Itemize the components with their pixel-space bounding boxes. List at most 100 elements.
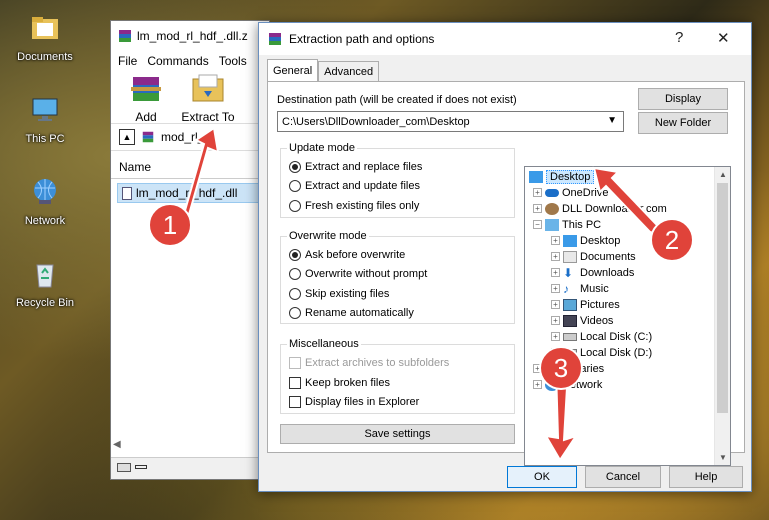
display-button[interactable]: Display [638,88,728,110]
chevron-down-icon[interactable]: ▼ [607,115,617,126]
check-keep-broken[interactable]: Keep broken files [289,377,390,389]
help-button[interactable]: Help [669,466,743,488]
horizontal-scrollbar[interactable]: ◀ [113,439,267,453]
tree-label: Music [580,282,609,295]
add-archive-icon [131,77,161,101]
tree-item-videos[interactable]: + Videos [551,313,613,328]
radio-button[interactable] [289,200,301,212]
winrar-toolbar: Add Extract To [111,71,269,124]
destination-label: Destination path (will be created if doe… [277,94,517,106]
expand-icon[interactable]: + [551,268,560,277]
scroll-thumb[interactable] [717,183,728,413]
tree-item-pc-desktop[interactable]: + Desktop [551,233,620,248]
collapse-icon[interactable]: − [533,220,542,229]
new-folder-button[interactable]: New Folder [638,112,728,134]
tree-label: This PC [562,218,602,231]
expand-icon[interactable]: + [551,236,560,245]
expand-icon[interactable]: + [551,316,560,325]
close-icon[interactable]: ✕ [717,29,730,47]
expand-icon[interactable]: + [533,364,542,373]
tree-item-this-pc[interactable]: − This PC [533,217,601,232]
up-folder-icon[interactable]: ▲ [119,129,135,145]
radio-button[interactable] [289,288,301,300]
tree-item-libraries[interactable]: + Libraries [533,361,604,376]
tree-label: Libraries [562,362,605,375]
radio-fresh-existing[interactable]: Fresh existing files only [289,200,419,212]
scroll-down-icon[interactable]: ▼ [719,453,727,462]
option-label: Keep broken files [305,377,390,389]
winrar-path: mod_rl_ [161,130,205,144]
add-label: Add [135,110,157,124]
tree-item-local-disk-d[interactable]: + Local Disk (D:) [551,345,652,360]
expand-icon[interactable]: + [533,380,542,389]
tree-item-dll-downloader[interactable]: + DLL Downloader.com [533,201,667,216]
cancel-button[interactable]: Cancel [585,466,661,488]
checkbox[interactable] [289,396,301,408]
tree-item-network[interactable]: + Network [533,377,602,392]
expand-icon[interactable]: + [533,188,542,197]
radio-button[interactable] [289,161,301,173]
radio-button[interactable] [289,268,301,280]
tree-scrollbar[interactable]: ▲ ▼ [714,167,730,465]
tree-item-onedrive[interactable]: + OneDrive [533,185,608,200]
cloud-icon [545,188,559,197]
radio-button[interactable] [289,249,301,261]
checkbox[interactable] [289,377,301,389]
expand-icon[interactable]: + [551,348,560,357]
extract-to-button[interactable]: Extract To [177,73,239,124]
dll-file-icon [122,186,132,200]
radio-rename-auto[interactable]: Rename automatically [289,307,414,319]
radio-ask-before[interactable]: Ask before overwrite [289,249,405,261]
winrar-icon [269,33,281,45]
tree-item-pictures[interactable]: + Pictures [551,297,620,312]
help-icon[interactable]: ? [675,29,683,46]
desktop-icon-recycle-bin[interactable]: Recycle Bin [8,258,82,309]
option-label: Skip existing files [305,288,390,300]
overwrite-mode-title: Overwrite mode [287,230,369,242]
scroll-up-icon[interactable]: ▲ [719,170,727,179]
radio-button[interactable] [289,180,301,192]
destination-path-input[interactable]: C:\Users\DllDownloader_com\Desktop ▼ [277,111,624,132]
save-settings-button[interactable]: Save settings [280,424,515,444]
menu-commands[interactable]: Commands [147,54,208,68]
tree-label: OneDrive [562,186,609,199]
expand-icon[interactable]: + [551,300,560,309]
radio-button[interactable] [289,307,301,319]
add-button[interactable]: Add [121,73,171,124]
tab-general[interactable]: General [267,59,319,81]
folder-tree[interactable]: Desktop + OneDrive + DLL Downloader.com − T… [524,166,731,466]
radio-extract-replace[interactable]: Extract and replace files [289,161,422,173]
expand-icon[interactable]: + [551,252,560,261]
menu-tools[interactable]: Tools [219,54,247,68]
desktop-icon-documents[interactable]: Documents [8,12,82,63]
tree-item-documents[interactable]: + Documents [551,249,636,264]
tree-label: Network [562,378,603,391]
option-label: Ask before overwrite [305,249,406,261]
radio-skip-existing[interactable]: Skip existing files [289,288,389,300]
drive-icon [117,463,131,472]
check-display-explorer[interactable]: Display files in Explorer [289,396,419,408]
column-header-name[interactable]: Name [111,155,269,179]
desktop-icon-network[interactable]: Network [8,176,82,227]
expand-icon[interactable]: + [551,332,560,341]
libraries-icon [545,362,559,375]
expand-icon[interactable]: + [533,204,542,213]
tree-item-music[interactable]: + ♪ Music [551,281,609,296]
tree-item-desktop[interactable]: Desktop [529,169,595,184]
folder-icon [32,17,58,39]
tree-item-downloads[interactable]: + ⬇ Downloads [551,265,634,280]
expand-icon[interactable]: + [551,284,560,293]
tab-advanced[interactable]: Advanced [318,61,380,81]
extract-to-label: Extract To [181,110,235,124]
tree-label: Local Disk (C:) [580,330,653,343]
key-icon [135,465,147,469]
radio-overwrite-without[interactable]: Overwrite without prompt [289,268,427,280]
radio-extract-update[interactable]: Extract and update files [289,180,420,192]
desktop-icon-this-pc[interactable]: This PC [8,94,82,145]
desktop-icon-label: Documents [17,51,73,63]
tree-item-local-disk-c[interactable]: + Local Disk (C:) [551,329,652,344]
file-row[interactable]: lm_mod_rl_hdf_.dll [117,183,263,203]
menu-file[interactable]: File [118,54,137,68]
ok-button[interactable]: OK [507,466,577,488]
option-label: Extract archives to subfolders [305,357,450,369]
